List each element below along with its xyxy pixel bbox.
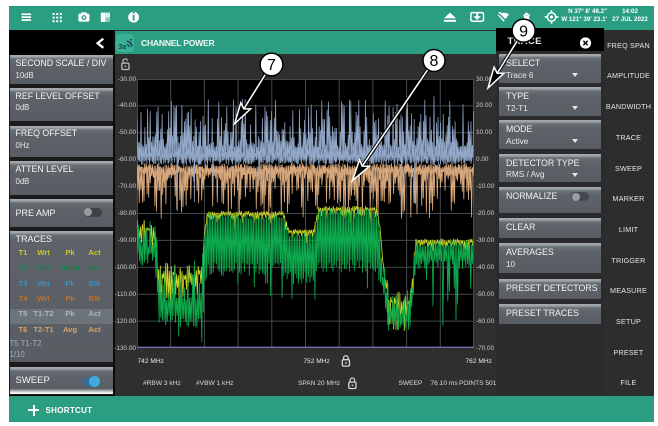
svg-text:9: 9 (519, 23, 528, 40)
svg-text:8: 8 (430, 53, 439, 70)
svg-text:7: 7 (267, 57, 276, 74)
